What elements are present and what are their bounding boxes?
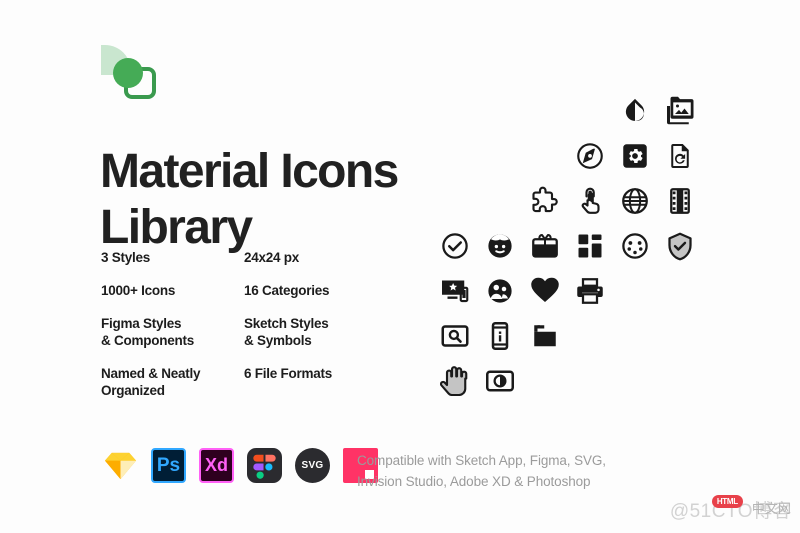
screen-search-desktop-icon[interactable] [432,313,477,358]
favorite-heart-icon[interactable] [522,268,567,313]
feature-list: 3 Styles 24x24 px 1000+ Icons 16 Categor… [101,249,381,415]
compatibility-line-2: Invision Studio, Adobe XD & Photoshop [357,474,591,489]
brightness-contrast-icon[interactable] [477,358,522,403]
figma-app-icon[interactable] [247,448,282,483]
compatibility-line-1: Compatible with Sketch App, Figma, SVG, [357,453,606,468]
icon-grid-row [432,88,700,133]
watermark-badge: HTML [711,495,743,508]
photoshop-app-icon[interactable]: Ps [151,448,186,483]
dashboard-icon[interactable] [567,223,612,268]
group-people-icon[interactable] [477,268,522,313]
adobe-xd-app-icon[interactable]: Xd [199,448,234,483]
opacity-drop-icon[interactable] [612,88,657,133]
feature-item-naming: Named & Neatly Organized [101,366,201,398]
feature-item-size: 24x24 px [243,250,299,265]
theaters-film-icon[interactable] [657,178,702,223]
card-giftcard-icon[interactable] [522,223,567,268]
feature-row: 1000+ Icons 16 Categories [101,282,381,299]
important-devices-icon[interactable] [432,268,477,313]
compatibility-text: Compatible with Sketch App, Figma, SVG, … [357,450,606,492]
watermark-badge-suffix: 中文网 [751,501,791,516]
touch-app-icon[interactable] [567,178,612,223]
compatible-app-icon-row: Ps Xd SVG [103,448,378,483]
material-icons-library-logo [101,45,161,103]
watermark: @51CTO博客 HTML 中文网 [670,493,792,525]
feature-row: Figma Styles & Components Sketch Styles … [101,315,381,349]
feature-item-icon-count: 1000+ Icons [101,283,176,298]
icon-grid-row [432,223,700,268]
feature-item-sketch: Sketch Styles & Symbols [243,316,329,348]
feature-item-formats: 6 File Formats [243,366,332,381]
settings-input-svideo-icon[interactable] [612,223,657,268]
verified-shield-icon[interactable] [657,223,702,268]
feature-item-styles: 3 Styles [101,250,151,265]
icon-grid-row [432,358,700,403]
face-icon[interactable] [477,223,522,268]
settings-applications-icon[interactable] [612,133,657,178]
adobe-xd-label: Xd [204,455,228,475]
icon-grid-row [432,178,700,223]
check-circle-icon[interactable] [432,223,477,268]
public-globe-icon[interactable] [612,178,657,223]
file-restore-icon[interactable] [657,133,702,178]
photoshop-label: Ps [156,454,181,476]
perm-device-information-icon[interactable] [477,313,522,358]
feature-item-categories: 16 Categories [243,283,330,298]
explore-compass-icon[interactable] [567,133,612,178]
svg-label: SVG [301,460,324,471]
logo-circle-dot [113,58,143,88]
icon-grid-row [432,313,700,358]
pan-tool-hand-icon[interactable] [432,358,477,403]
photo-library-icon[interactable] [657,88,702,133]
folder-flag-icon[interactable] [522,313,567,358]
icon-grid-row [432,268,700,313]
extension-puzzle-icon[interactable] [522,178,567,223]
feature-row: Named & Neatly Organized 6 File Formats [101,365,381,399]
feature-row: 3 Styles 24x24 px [101,249,381,266]
feature-item-figma: Figma Styles & Components [101,316,194,348]
page-title-line-1: Material Icons [100,145,399,199]
icon-grid-row [432,133,700,178]
sketch-app-icon[interactable] [103,448,138,483]
poster-canvas: Material Icons Library 3 Styles 24x24 px … [0,0,800,533]
svg-format-icon[interactable]: SVG [295,448,330,483]
icon-showcase-grid [432,88,700,403]
print-icon[interactable] [567,268,612,313]
